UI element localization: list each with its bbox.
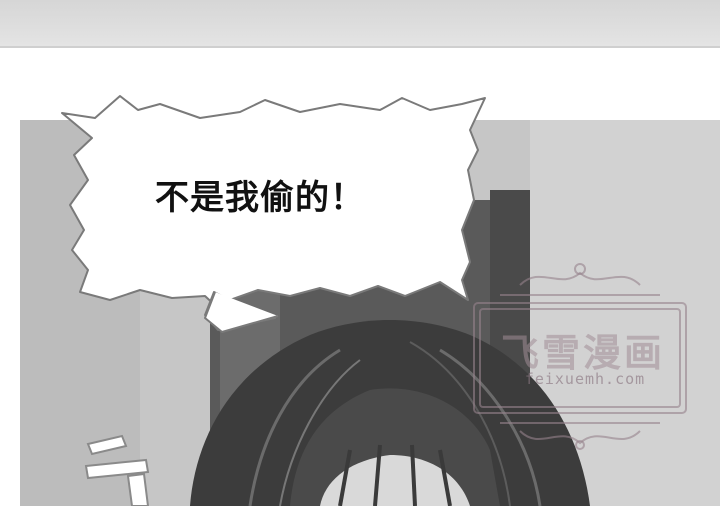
panel-gutter	[0, 48, 720, 120]
previous-panel-edge	[0, 0, 720, 48]
partial-sfx-glyph	[84, 434, 150, 506]
speech-text: 不是我偷的！	[155, 178, 365, 218]
watermark-title: 飞雪漫画	[500, 331, 665, 375]
comic-page: 不是我偷的！ 飞雪漫画 feixuemh.com	[0, 0, 720, 506]
watermark-url: feixuemh.com	[524, 370, 646, 388]
